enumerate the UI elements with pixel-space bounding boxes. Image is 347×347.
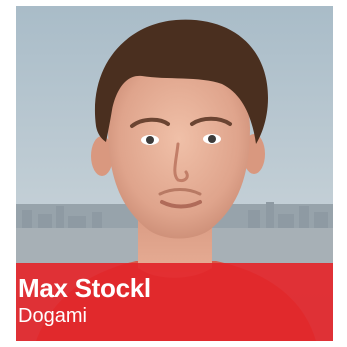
speaker-company: Dogami	[18, 305, 87, 327]
speaker-name: Max Stockl	[18, 273, 151, 303]
